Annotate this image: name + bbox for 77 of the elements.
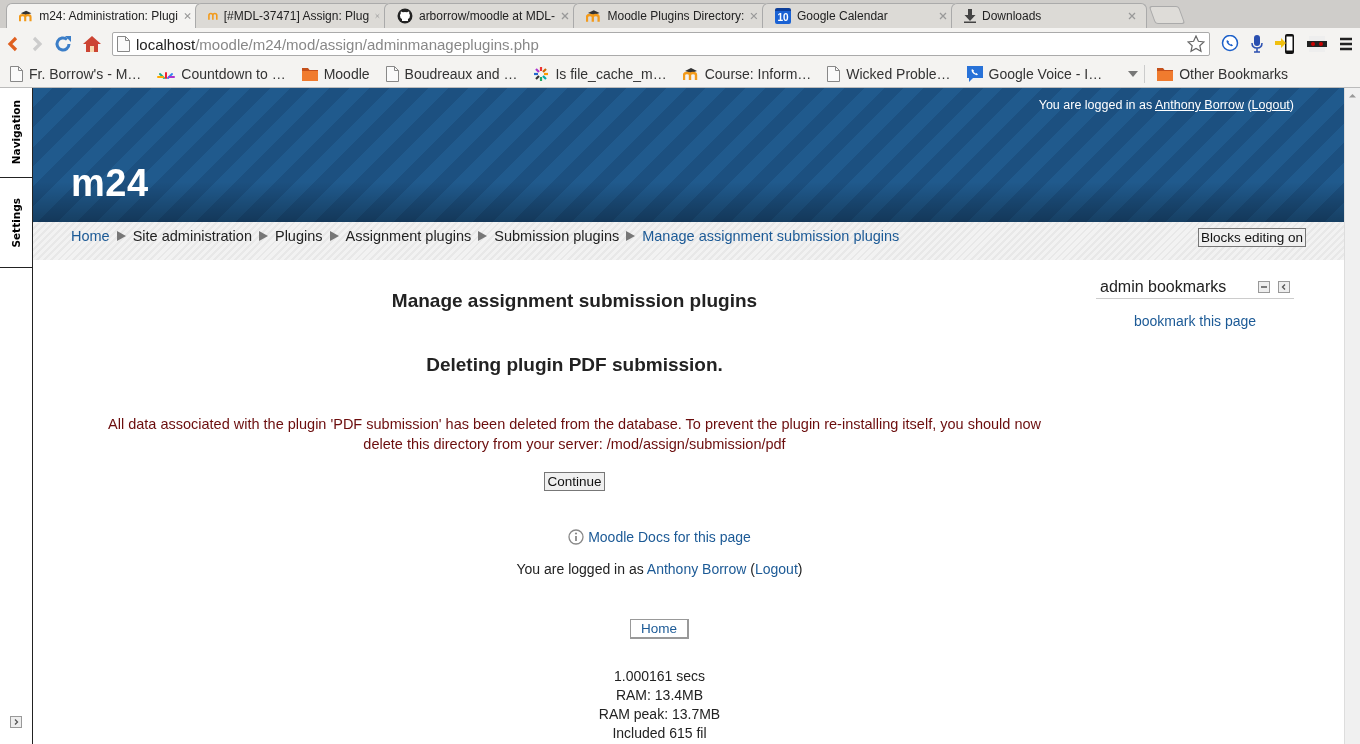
block-title: admin bookmarks [1100, 278, 1228, 296]
breadcrumb-item: Plugins [274, 228, 323, 244]
close-icon[interactable] [1128, 12, 1136, 20]
user-link[interactable]: Logout [754, 561, 798, 577]
separator-icon [329, 231, 339, 241]
continue-button[interactable]: Continue [544, 472, 605, 491]
user-link[interactable]: Anthony Borrow [646, 561, 747, 577]
calendar-icon: 10 [775, 8, 791, 24]
home-button[interactable]: Home [630, 619, 689, 639]
moodle-logo-icon [586, 9, 602, 23]
performance-stat: Included 615 fil [612, 724, 707, 743]
login-info: You are logged in as Anthony Borrow (Logout) [1038, 98, 1294, 112]
browser-tab[interactable]: Downloads [951, 3, 1147, 28]
close-icon[interactable] [750, 12, 758, 20]
separator-icon [258, 231, 268, 241]
separator-icon [478, 231, 488, 241]
back-icon[interactable] [6, 36, 20, 52]
breadcrumb-item: Site administration [132, 228, 252, 244]
close-icon[interactable] [183, 12, 191, 20]
info-icon [568, 529, 585, 545]
performance-stat: RAM: 13.4MB [615, 686, 704, 705]
moodle-logo-icon [682, 66, 699, 81]
moodle-logo-icon [19, 9, 34, 23]
home-icon[interactable] [82, 35, 102, 53]
page-icon [827, 65, 841, 82]
dock-icon[interactable] [1278, 281, 1290, 293]
address-bar[interactable]: localhost/moodle/m24/mod/assign/adminmanageplugins.php [112, 32, 1210, 56]
performance-stat: 1.000161 secs [613, 667, 706, 686]
docs-link[interactable]: Moodle Docs for this page [588, 529, 751, 545]
reload-icon[interactable] [54, 35, 72, 53]
bookmark[interactable]: Is file_cache_m… [527, 65, 673, 82]
phone-bubble-icon[interactable] [1220, 35, 1240, 53]
bookmark[interactable]: Course: Inform… [676, 65, 818, 82]
breadcrumb-item: Submission plugins [494, 228, 620, 244]
folder-icon [1157, 66, 1174, 81]
star-icon[interactable] [1187, 35, 1205, 53]
user-link[interactable]: Logout [1251, 98, 1290, 112]
page-icon [10, 65, 23, 82]
phone-arrow-icon[interactable] [1274, 33, 1296, 55]
close-icon[interactable] [939, 12, 947, 20]
bookmark[interactable]: Google Voice - I… [960, 65, 1109, 82]
microphone-icon[interactable] [1250, 34, 1264, 54]
user-link[interactable]: Anthony Borrow [1155, 98, 1244, 112]
page-icon [385, 65, 399, 82]
login-info: You are logged in as Anthony Borrow (Logout) [516, 561, 803, 577]
page-icon [117, 36, 130, 52]
site-name[interactable]: m24 [71, 162, 1344, 205]
bookmark[interactable]: Countdown to … [151, 65, 292, 82]
breadcrumb-item: Assignment plugins [345, 228, 472, 244]
breadcrumb-item[interactable]: Manage assignment submission plugins [642, 228, 900, 244]
bookmark[interactable]: Other Bookmarks [1151, 65, 1295, 82]
phone-icon [966, 65, 983, 82]
mask-icon[interactable] [1306, 35, 1328, 53]
expand-icon[interactable] [10, 716, 22, 728]
blocks-editing-button[interactable]: Blocks editing on [1197, 228, 1306, 247]
minimize-icon[interactable] [1258, 281, 1270, 293]
dock-tab[interactable]: Settings [0, 178, 32, 268]
bookmark[interactable]: Boudreaux and … [379, 65, 524, 82]
bookmark[interactable]: Moodle [295, 65, 376, 82]
menu-icon[interactable] [1338, 36, 1354, 52]
bookmark[interactable]: Fr. Borrow's - M… [4, 65, 148, 82]
dock-tab[interactable]: Navigation [0, 88, 32, 178]
page-heading: Manage assignment submission plugins [391, 290, 758, 312]
performance-stat: RAM peak: 13.7MB [598, 705, 721, 724]
breadcrumb-item[interactable]: Home [71, 228, 110, 244]
bookmark[interactable]: Wicked Proble… [821, 65, 957, 82]
separator-icon [116, 231, 126, 241]
download-icon [964, 9, 976, 23]
folder-icon [301, 66, 318, 81]
close-icon[interactable] [561, 12, 569, 20]
section-heading: Deleting plugin PDF submission. [426, 354, 723, 376]
bookmark-link[interactable]: bookmark this page [1096, 313, 1294, 329]
octocat-icon [397, 8, 413, 24]
separator-icon [626, 231, 636, 241]
notice-message: All data associated with the plugin 'PDF submission' has been deleted from the database. To prevent the plugin re-installing itself, you should now delete this directory from your server: /mod/assign/submission/pdf [107, 415, 1042, 454]
ring-icon [533, 65, 550, 82]
dropdown-arrow-icon[interactable] [1128, 70, 1139, 77]
